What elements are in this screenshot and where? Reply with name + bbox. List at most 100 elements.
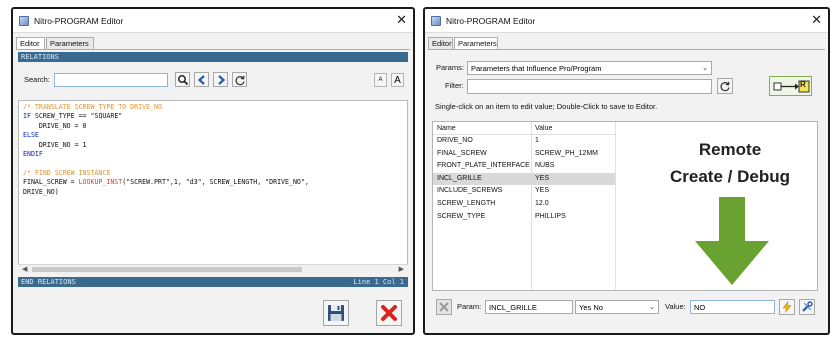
code-line: IF SCREW_TYPE == "SQUARE" — [23, 112, 407, 121]
font-larger-button[interactable]: A — [391, 73, 404, 87]
parameters-titlebar: Nitro-PROGRAM Editor ✕ — [425, 9, 828, 33]
editor-window: Nitro-PROGRAM Editor ✕ Editor Parameters… — [11, 7, 415, 335]
param-type-value: Yes No — [579, 303, 603, 312]
refresh-icon — [235, 75, 245, 86]
code-line: ENDIF — [23, 150, 407, 159]
param-value-cell: PHILLIPS — [535, 212, 566, 220]
chevron-down-icon: ⌄ — [702, 65, 708, 72]
apply-value-button[interactable] — [779, 299, 795, 315]
find-button[interactable] — [175, 72, 190, 87]
table-row[interactable]: INCL_GRILLE YES — [433, 172, 615, 186]
send-to-relations-button[interactable]: R — [769, 76, 812, 96]
code-token: ELSE — [23, 131, 39, 140]
create-debug-label: Create / Debug — [670, 167, 790, 186]
code-line: /* FIND SCREW INSTANCE — [23, 169, 407, 178]
editor-titlebar: Nitro-PROGRAM Editor ✕ — [13, 9, 413, 33]
parameters-window-title: Nitro-PROGRAM Editor — [446, 16, 536, 26]
chevron-down-icon: ⌄ — [649, 304, 655, 311]
value-label: Value: — [665, 302, 686, 311]
instruction-text: Single-click on an item to edit value; D… — [435, 102, 658, 111]
code-line: DRIVE_NO) — [23, 188, 407, 197]
close-icon[interactable]: ✕ — [811, 12, 822, 28]
param-value-cell: YES — [535, 174, 550, 182]
table-row[interactable]: DRIVE_NO 1 — [433, 135, 615, 148]
magnifier-icon — [178, 75, 189, 86]
parameters-window: Nitro-PROGRAM Editor ✕ Editor Parameters… — [423, 7, 830, 335]
param-label: Param: — [457, 302, 482, 311]
code-editor[interactable]: /* TRANSLATE SCREW_TYPE TO DRIVE_NO IF SC… — [18, 100, 408, 273]
tab-divider — [428, 49, 825, 50]
table-header: Name Value — [433, 122, 615, 135]
status-banner: END RELATIONS Line 1 Col 1 — [18, 277, 408, 287]
wrench-icon — [802, 301, 813, 312]
close-icon[interactable]: ✕ — [396, 12, 407, 28]
cancel-button[interactable] — [376, 300, 402, 326]
param-name-cell: SCREW_LENGTH — [437, 200, 496, 207]
scrollbar-thumb[interactable] — [32, 267, 302, 272]
params-dropdown-value: Parameters that Influence Pro/Program — [471, 64, 602, 73]
end-relations-label: END RELATIONS — [21, 278, 76, 286]
relations-icon-letter: R — [800, 80, 806, 89]
refresh-button[interactable] — [232, 72, 247, 87]
param-name-cell: FINAL_SCREW — [437, 149, 487, 157]
param-value-cell: 12.0 — [535, 200, 549, 207]
table-row[interactable]: INCLUDE_SCREWS YES — [433, 185, 615, 198]
app-icon — [19, 16, 29, 26]
code-token: /* FIND SCREW INSTANCE — [23, 168, 111, 177]
code-token: FINAL_SCREW = — [23, 178, 79, 187]
horizontal-scrollbar[interactable]: ◀ ▶ — [18, 264, 408, 273]
code-line: FINAL_SCREW = LOOKUP_INST("SCREW.PRT",1,… — [23, 178, 407, 187]
code-line: DRIVE_NO = 1 — [23, 141, 407, 150]
param-name-cell: SCREW_TYPE — [437, 212, 486, 220]
param-value-cell: 1 — [535, 137, 539, 144]
code-token: DRIVE_NO = 0 — [23, 121, 87, 130]
param-name-cell: INCLUDE_SCREWS — [437, 187, 503, 195]
params-dropdown[interactable]: Parameters that Influence Pro/Program ⌄ — [467, 61, 712, 75]
param-value-cell: SCREW_PH_12MM — [535, 149, 599, 157]
column-header-value[interactable]: Value — [535, 122, 552, 135]
code-line: /* TRANSLATE SCREW_TYPE TO DRIVE_NO — [23, 103, 407, 112]
code-line: ELSE — [23, 131, 407, 140]
chevron-left-icon — [197, 75, 205, 85]
table-row[interactable]: FINAL_SCREW SCREW_PH_12MM — [433, 148, 615, 161]
find-next-button[interactable] — [213, 72, 228, 87]
column-header-name[interactable]: Name — [437, 122, 456, 135]
find-previous-button[interactable] — [194, 72, 209, 87]
table-row[interactable]: FRONT_PLATE_INTERFACE NUBS — [433, 160, 615, 173]
search-input[interactable] — [54, 73, 168, 87]
red-x-icon — [381, 305, 397, 321]
relations-banner-label: RELATIONS — [21, 53, 59, 61]
param-type-dropdown[interactable]: Yes No ⌄ — [575, 300, 659, 314]
code-token: LOOKUP_INST — [78, 178, 123, 187]
param-name-cell: DRIVE_NO — [437, 137, 473, 144]
code-token: DRIVE_NO) — [23, 187, 59, 196]
save-button[interactable] — [323, 300, 349, 326]
code-token: SCREW_TYPE == "SQUARE" — [34, 112, 123, 121]
font-smaller-button[interactable]: A — [374, 73, 387, 87]
search-row: Search: A A — [24, 72, 404, 88]
edit-tools-button[interactable] — [799, 299, 815, 315]
scroll-left-icon[interactable]: ◀ — [22, 265, 27, 274]
remote-label: Remote — [698, 140, 762, 159]
delete-param-button[interactable] — [436, 299, 452, 315]
green-down-arrow-icon — [695, 197, 769, 285]
param-value-cell: YES — [535, 187, 550, 195]
code-token: DRIVE_NO = 1 — [23, 140, 87, 149]
param-name-cell: INCL_GRILLE — [437, 174, 482, 182]
param-value-field[interactable]: NO — [690, 300, 775, 314]
refresh-button[interactable] — [717, 78, 733, 94]
gray-x-icon — [439, 302, 449, 312]
code-token: IF — [23, 112, 35, 121]
param-name-cell: FRONT_PLATE_INTERFACE — [437, 162, 530, 170]
filter-label: Filter: — [445, 81, 464, 90]
code-token: ENDIF — [23, 149, 43, 158]
search-label: Search: — [24, 75, 50, 84]
scroll-right-icon[interactable]: ▶ — [399, 265, 404, 274]
table-row[interactable]: SCREW_LENGTH 12.0 — [433, 198, 615, 211]
table-row[interactable]: SCREW_TYPE PHILLIPS — [433, 211, 615, 224]
code-line: DRIVE_NO = 0 — [23, 122, 407, 131]
filter-input[interactable] — [467, 79, 712, 94]
param-name-field[interactable]: INCL_GRILLE — [485, 300, 573, 314]
column-divider — [615, 122, 616, 290]
